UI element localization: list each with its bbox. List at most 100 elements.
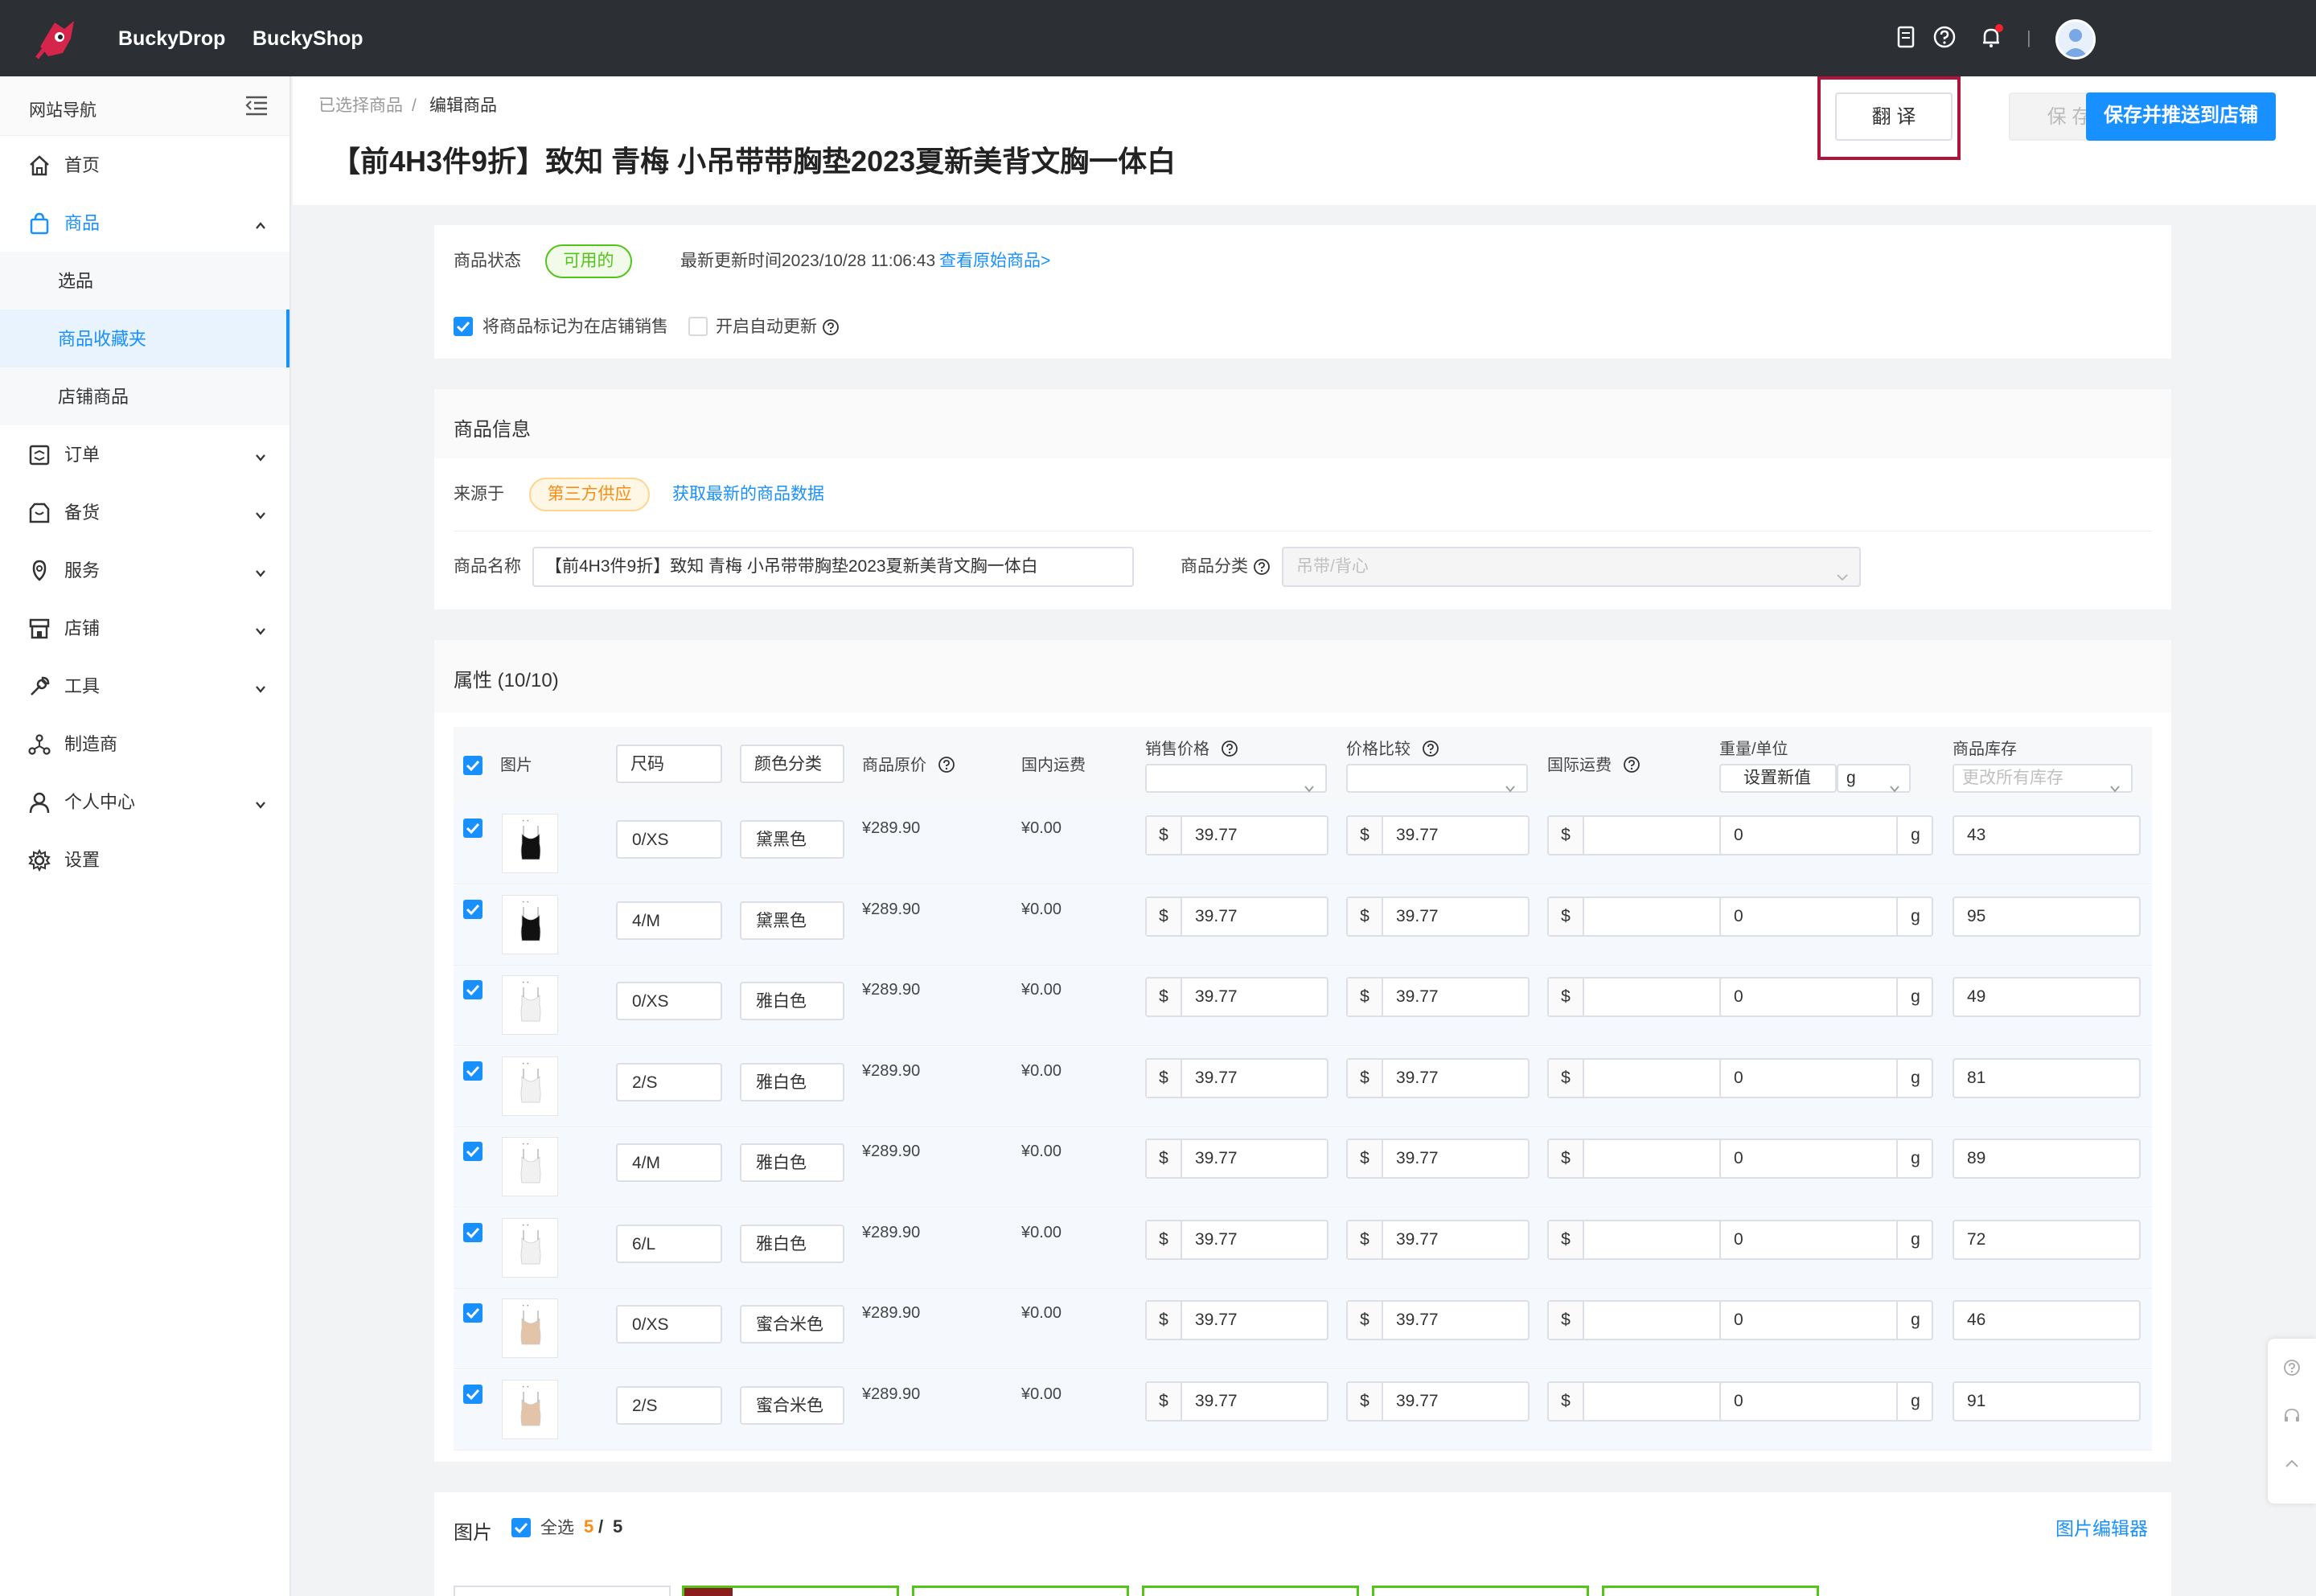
- compare-price-input[interactable]: $39.77: [1346, 1219, 1530, 1260]
- row-checkbox[interactable]: [463, 1303, 482, 1323]
- row-checkbox[interactable]: [463, 899, 482, 919]
- avatar[interactable]: [2055, 19, 2096, 59]
- size-input[interactable]: 6/L: [616, 1224, 722, 1263]
- variant-thumbnail[interactable]: • •: [502, 894, 558, 954]
- headset-icon[interactable]: [2282, 1406, 2302, 1430]
- stock-input[interactable]: 81: [1953, 1057, 2141, 1098]
- compare-price-input[interactable]: $39.77: [1346, 815, 1530, 855]
- compare-price-input[interactable]: $39.77: [1346, 1381, 1530, 1422]
- row-checkbox[interactable]: [463, 819, 482, 838]
- variant-thumbnail[interactable]: • •: [502, 1056, 558, 1116]
- weight-input[interactable]: 0g: [1719, 1057, 1933, 1098]
- weight-input[interactable]: 0g: [1719, 815, 1933, 855]
- sale-price-input[interactable]: $39.77: [1145, 896, 1328, 937]
- variant-thumbnail[interactable]: • •: [502, 1217, 558, 1278]
- sidebar-subitem-store-products[interactable]: 店铺商品: [0, 367, 290, 425]
- intl-shipping-input[interactable]: $: [1547, 1381, 1729, 1422]
- auto-update-checkbox[interactable]: [688, 317, 708, 336]
- color-input[interactable]: 黛黑色: [740, 820, 844, 859]
- row-checkbox[interactable]: [463, 980, 482, 999]
- row-checkbox[interactable]: [463, 1384, 482, 1404]
- sidebar-item-manufacturers[interactable]: 制造商: [0, 715, 290, 773]
- brand-buckyshop[interactable]: BuckyShop: [253, 26, 363, 51]
- help-icon[interactable]: [1422, 740, 1439, 757]
- select-all-checkbox[interactable]: [463, 756, 482, 775]
- image-slot[interactable]: [1372, 1586, 1589, 1596]
- stock-input[interactable]: 72: [1953, 1219, 2141, 1260]
- color-input[interactable]: 黛黑色: [740, 901, 844, 940]
- sale-price-batch-select[interactable]: [1145, 764, 1327, 793]
- help-icon[interactable]: [2282, 1358, 2302, 1381]
- size-input[interactable]: 0/XS: [616, 1305, 722, 1344]
- weight-input[interactable]: 0g: [1719, 1139, 1933, 1179]
- intl-shipping-input[interactable]: $: [1547, 977, 1729, 1017]
- intl-shipping-input[interactable]: $: [1547, 1300, 1729, 1340]
- sale-price-input[interactable]: $39.77: [1145, 1139, 1328, 1179]
- product-name-input[interactable]: 【前4H3件9折】致知 青梅 小吊带带胸垫2023夏新美背文胸一体白: [532, 547, 1134, 587]
- sidebar-item-settings[interactable]: 设置: [0, 831, 290, 888]
- compare-price-input[interactable]: $39.77: [1346, 1139, 1530, 1179]
- variant-thumbnail[interactable]: • •: [502, 1379, 558, 1439]
- sale-price-input[interactable]: $39.77: [1145, 815, 1328, 855]
- weight-input[interactable]: 0g: [1719, 1219, 1933, 1260]
- stock-input[interactable]: 95: [1953, 896, 2141, 937]
- sidebar-subitem-favorites[interactable]: 商品收藏夹: [0, 310, 290, 367]
- sidebar-item-products[interactable]: 商品: [0, 194, 290, 252]
- view-original-link[interactable]: 查看原始商品>: [939, 251, 1050, 272]
- variant-thumbnail[interactable]: • •: [502, 975, 558, 1035]
- save-and-push-button[interactable]: 保存并推送到店铺: [2086, 92, 2276, 141]
- breadcrumb-selected-products[interactable]: 已选择商品: [318, 96, 403, 117]
- weight-input[interactable]: 0g: [1719, 896, 1933, 937]
- sale-price-input[interactable]: $39.77: [1145, 1057, 1328, 1098]
- color-input[interactable]: 蜜合米色: [740, 1305, 844, 1344]
- header-color-input[interactable]: 颜色分类: [740, 745, 844, 783]
- sidebar-item-stock[interactable]: 备货: [0, 483, 290, 541]
- translate-button[interactable]: 翻 译: [1835, 92, 1953, 141]
- compare-price-input[interactable]: $39.77: [1346, 1300, 1530, 1340]
- row-checkbox[interactable]: [463, 1061, 482, 1081]
- color-input[interactable]: 蜜合米色: [740, 1385, 844, 1425]
- sale-price-input[interactable]: $39.77: [1145, 1219, 1328, 1260]
- color-input[interactable]: 雅白色: [740, 982, 844, 1020]
- sidebar-subitem-select[interactable]: 选品: [0, 252, 290, 310]
- size-input[interactable]: 4/M: [616, 901, 722, 940]
- intl-shipping-input[interactable]: $: [1547, 896, 1729, 937]
- row-checkbox[interactable]: [463, 1142, 482, 1161]
- help-icon[interactable]: [938, 756, 955, 773]
- stock-batch-input[interactable]: 更改所有库存: [1953, 764, 2133, 793]
- row-checkbox[interactable]: [463, 1222, 482, 1242]
- weight-input[interactable]: 0g: [1719, 1381, 1933, 1422]
- weight-set-button[interactable]: 设置新值: [1719, 764, 1837, 793]
- collapse-menu-icon[interactable]: [244, 94, 269, 121]
- stock-input[interactable]: 89: [1953, 1139, 2141, 1179]
- image-slot[interactable]: [1602, 1586, 1819, 1596]
- sidebar-item-tools[interactable]: 工具: [0, 657, 290, 715]
- sidebar-item-orders[interactable]: 订单: [0, 425, 290, 483]
- help-icon[interactable]: [1221, 740, 1238, 757]
- sidebar-item-services[interactable]: 服务: [0, 541, 290, 599]
- fetch-latest-link[interactable]: 获取最新的商品数据: [672, 484, 824, 505]
- stock-input[interactable]: 91: [1953, 1381, 2141, 1422]
- size-input[interactable]: 0/XS: [616, 820, 722, 859]
- compare-price-input[interactable]: $39.77: [1346, 896, 1530, 937]
- color-input[interactable]: 雅白色: [740, 1062, 844, 1102]
- weight-input[interactable]: 0g: [1719, 977, 1933, 1017]
- image-upload-slot[interactable]: [454, 1586, 671, 1596]
- image-slot[interactable]: [1142, 1586, 1359, 1596]
- size-input[interactable]: 2/S: [616, 1385, 722, 1425]
- back-to-top-icon[interactable]: [2282, 1454, 2302, 1478]
- color-input[interactable]: 雅白色: [740, 1143, 844, 1182]
- variant-thumbnail[interactable]: • •: [502, 814, 558, 873]
- help-icon[interactable]: [1253, 558, 1271, 576]
- intl-shipping-input[interactable]: $: [1547, 1219, 1729, 1260]
- image-editor-link[interactable]: 图片编辑器: [2055, 1518, 2148, 1539]
- variant-thumbnail[interactable]: • •: [502, 1299, 558, 1358]
- select-all-images-checkbox[interactable]: [511, 1518, 531, 1537]
- header-size-input[interactable]: 尺码: [616, 745, 722, 783]
- stock-input[interactable]: 49: [1953, 977, 2141, 1017]
- size-input[interactable]: 0/XS: [616, 982, 722, 1020]
- sale-price-input[interactable]: $39.77: [1145, 1381, 1328, 1422]
- compare-price-input[interactable]: $39.77: [1346, 977, 1530, 1017]
- help-icon[interactable]: [822, 318, 840, 336]
- weight-unit-select[interactable]: g: [1837, 764, 1911, 793]
